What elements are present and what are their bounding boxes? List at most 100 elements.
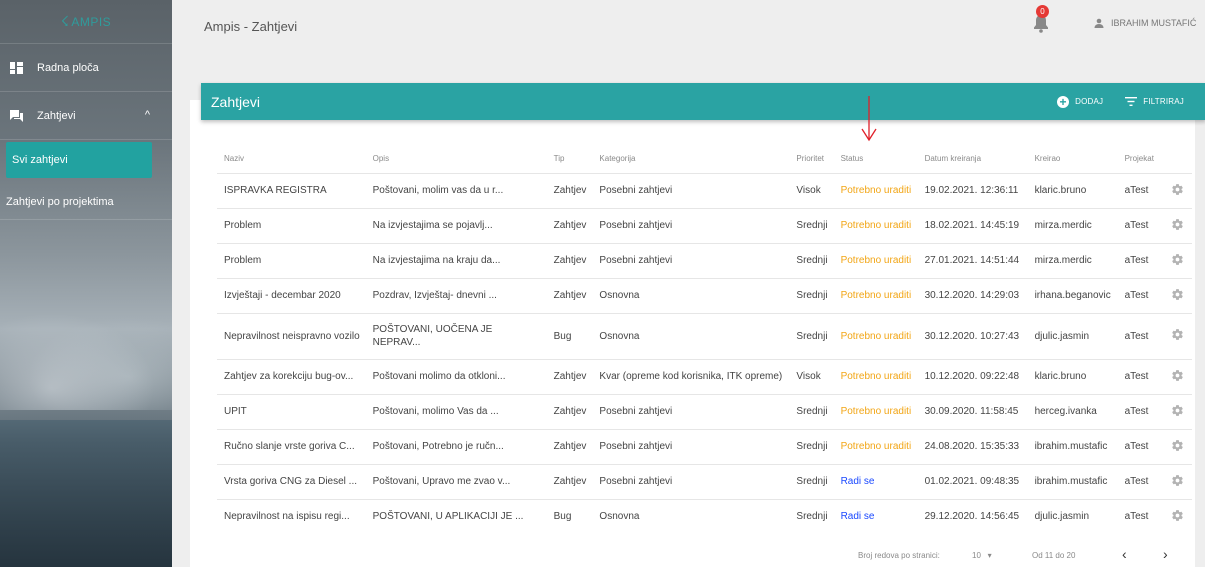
filter-button[interactable]: FILTRIRAJ xyxy=(1125,97,1184,106)
cell-status: Potrebno uraditi xyxy=(833,393,918,429)
sidebar-item-zahtjevi[interactable]: Zahtjevi ^ xyxy=(0,92,172,140)
row-settings-button[interactable] xyxy=(1161,428,1192,464)
cell-kreirao: mirza.merdic xyxy=(1027,242,1118,278)
cell-naziv: Zahtjev za korekciju bug-ov... xyxy=(217,358,366,394)
filter-button-label: FILTRIRAJ xyxy=(1143,97,1184,106)
cell-status: Potrebno uraditi xyxy=(833,172,918,208)
cell-tip: Zahtjev xyxy=(546,242,593,278)
cell-datum: 24.08.2020. 15:35:33 xyxy=(917,428,1028,464)
cell-status: Potrebno uraditi xyxy=(833,277,918,313)
cell-naziv: Nepravilnost na ispisu regi... xyxy=(217,498,366,534)
gear-icon xyxy=(1171,329,1183,340)
table-row[interactable]: Vrsta goriva CNG za Diesel ... Poštovani,… xyxy=(217,463,1192,499)
user-menu[interactable]: IBRAHIM MUSTAFIĆ xyxy=(1094,18,1196,28)
column-header-status[interactable]: Status xyxy=(834,145,918,173)
column-header-naziv[interactable]: Naziv xyxy=(217,145,366,173)
row-settings-button[interactable] xyxy=(1161,207,1192,243)
cell-tip: Zahtjev xyxy=(546,277,593,313)
table-row[interactable]: Ručno slanje vrste goriva C... Poštovani,… xyxy=(217,428,1192,464)
user-name: IBRAHIM MUSTAFIĆ xyxy=(1111,18,1197,28)
logo-mark-icon: ☇ xyxy=(60,13,70,29)
cell-naziv: Ručno slanje vrste goriva C... xyxy=(217,428,366,464)
table-row[interactable]: Problem Na izvjestajima se pojavlj... Zaht… xyxy=(217,207,1192,243)
gear-icon xyxy=(1171,404,1183,416)
next-page-button[interactable]: › xyxy=(1163,546,1168,562)
cell-tip: Zahtjev xyxy=(546,393,593,429)
cell-status: Radi se xyxy=(833,498,918,534)
person-icon xyxy=(1094,18,1104,28)
cell-projekat: aTest xyxy=(1117,428,1162,464)
gear-icon xyxy=(1171,288,1183,300)
cell-kategorija: Posebni zahtjevi xyxy=(592,463,790,499)
rows-per-page-select[interactable]: 10 ▾ xyxy=(972,551,992,560)
card-title: Zahtjevi xyxy=(211,93,261,110)
table-row[interactable]: Nepravilnost neispravno vozilo POŠTOVANI,… xyxy=(217,312,1192,359)
cell-tip: Zahtjev xyxy=(546,172,593,208)
cell-opis: Pozdrav, Izvještaj- dnevni ... xyxy=(365,277,547,313)
column-header-kategorija[interactable]: Kategorija xyxy=(592,145,789,173)
cell-status: Potrebno uraditi xyxy=(833,358,918,394)
filter-icon xyxy=(1125,97,1138,106)
cell-datum: 18.02.2021. 14:45:19 xyxy=(917,207,1028,243)
logo[interactable]: ☇ AMPIS xyxy=(0,0,172,44)
prev-page-button[interactable]: ‹ xyxy=(1122,546,1127,562)
cell-naziv: Problem xyxy=(217,242,366,278)
table-row[interactable]: UPIT Poštovani, molimo Vas da ... Zahtjev P… xyxy=(217,393,1192,429)
column-header-opis[interactable]: Opis xyxy=(366,145,547,173)
row-settings-button[interactable] xyxy=(1161,242,1192,278)
cell-projekat: aTest xyxy=(1117,207,1162,243)
row-settings-button[interactable] xyxy=(1161,277,1192,313)
cell-projekat: aTest xyxy=(1117,172,1162,208)
cell-datum: 30.09.2020. 11:58:45 xyxy=(917,393,1028,429)
cell-prioritet: Srednji xyxy=(789,393,834,429)
column-header-tip[interactable]: Tip xyxy=(547,145,593,173)
cell-projekat: aTest xyxy=(1117,312,1162,359)
sidebar: ☇ AMPIS Radna ploča Zahtjevi ^ Svi zahtj… xyxy=(0,0,172,567)
table-row[interactable]: Zahtjev za korekciju bug-ov... Poštovani … xyxy=(217,358,1192,394)
cell-opis: Poštovani, molim vas da u r... xyxy=(365,172,547,208)
table-row[interactable]: ISPRAVKA REGISTRA Poštovani, molim vas da… xyxy=(217,172,1192,208)
add-button[interactable]: + DODAJ xyxy=(1057,95,1104,108)
gear-icon xyxy=(1171,218,1183,230)
cell-projekat: aTest xyxy=(1117,393,1162,429)
column-header-projekat[interactable]: Projekat xyxy=(1118,145,1162,173)
cell-tip: Bug xyxy=(546,312,593,359)
row-settings-button[interactable] xyxy=(1161,393,1192,429)
sidebar-subitem-svi-zahtjevi[interactable]: Svi zahtjevi xyxy=(6,142,152,178)
row-settings-button[interactable] xyxy=(1161,172,1192,208)
cell-datum: 19.02.2021. 12:36:11 xyxy=(917,172,1028,208)
row-settings-button[interactable] xyxy=(1161,463,1192,499)
column-header-datum[interactable]: Datum kreiranja xyxy=(918,145,1028,173)
cell-datum: 30.12.2020. 14:29:03 xyxy=(917,277,1028,313)
cell-opis: Poštovani, Upravo me zvao v... xyxy=(365,463,547,499)
caret-down-icon: ▾ xyxy=(987,551,992,560)
cell-tip: Bug xyxy=(546,498,593,534)
cell-prioritet: Srednji xyxy=(789,277,834,313)
cell-prioritet: Srednji xyxy=(789,242,834,278)
row-settings-button[interactable] xyxy=(1161,312,1192,359)
cell-kategorija: Kvar (opreme kod korisnika, ITK opreme) xyxy=(592,358,790,394)
sidebar-item-radna-ploca[interactable]: Radna ploča xyxy=(0,44,172,92)
sidebar-subitem-zahtjevi-po-projektima[interactable]: Zahtjevi po projektima xyxy=(0,184,172,220)
cell-kategorija: Posebni zahtjevi xyxy=(592,172,790,208)
cell-kreirao: djulic.jasmin xyxy=(1027,312,1118,359)
row-settings-button[interactable] xyxy=(1161,358,1192,394)
row-settings-button[interactable] xyxy=(1161,498,1192,534)
topbar: Ampis - Zahtjevi xyxy=(172,0,1205,52)
cell-opis: Na izvjestajima se pojavlj... xyxy=(365,207,547,243)
add-button-label: DODAJ xyxy=(1075,97,1104,106)
cell-datum: 10.12.2020. 09:22:48 xyxy=(917,358,1028,394)
chevron-up-icon[interactable]: ^ xyxy=(145,109,150,121)
table-row[interactable]: Nepravilnost na ispisu regi... POŠTOVANI,… xyxy=(217,498,1192,534)
logo-text: AMPIS xyxy=(71,14,112,29)
table-row[interactable]: Izvještaji - decembar 2020 Pozdrav, Izvje… xyxy=(217,277,1192,313)
table-row[interactable]: Problem Na izvjestajima na kraju da... Zah… xyxy=(217,242,1192,278)
cell-projekat: aTest xyxy=(1117,242,1162,278)
column-header-kreirao[interactable]: Kreirao xyxy=(1028,145,1118,173)
page-title: Ampis - Zahtjevi xyxy=(204,18,298,34)
sidebar-subitem-label: Zahtjevi po projektima xyxy=(6,195,114,208)
cell-kategorija: Posebni zahtjevi xyxy=(592,207,790,243)
cell-kategorija: Posebni zahtjevi xyxy=(592,242,790,278)
cell-prioritet: Visok xyxy=(789,172,834,208)
column-header-prioritet[interactable]: Prioritet xyxy=(789,145,833,173)
